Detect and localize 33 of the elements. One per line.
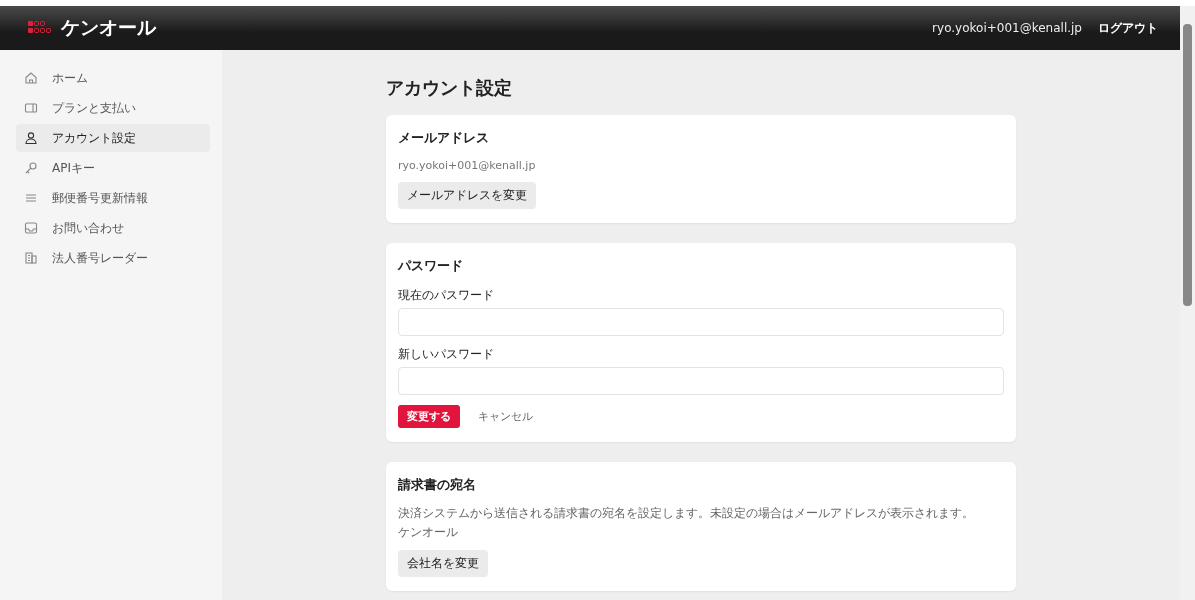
ticket-icon xyxy=(24,101,38,115)
field-label: 新しいパスワード xyxy=(398,346,495,363)
submit-button[interactable]: 変更する xyxy=(398,405,460,428)
password-field[interactable] xyxy=(398,367,1004,395)
sidebar-item[interactable]: プランと支払い xyxy=(16,94,210,122)
page-title: アカウント設定 xyxy=(386,76,513,100)
cancel-link[interactable]: キャンセル xyxy=(478,409,533,424)
sidebar-item[interactable]: 法人番号レーダー xyxy=(16,244,210,272)
password-field[interactable] xyxy=(398,308,1004,336)
sidebar-item[interactable]: 郵便番号更新情報 xyxy=(16,184,210,212)
sidebar-item[interactable]: お問い合わせ xyxy=(16,214,210,242)
description-text: 決済システムから送信される請求書の宛名を設定します。未設定の場合はメールアドレスが表示されます。 xyxy=(398,506,975,521)
card-title: メールアドレス xyxy=(398,129,490,147)
card-title: 請求書の宛名 xyxy=(398,476,477,494)
logout-link[interactable]: ログアウト xyxy=(1098,19,1158,37)
email-value: ryo.yokoi+001@kenall.jp xyxy=(398,159,537,172)
field-label: 現在のパスワード xyxy=(398,287,495,304)
person-icon xyxy=(24,131,38,145)
logo-icon xyxy=(28,21,53,35)
change-email-button[interactable]: メールアドレスを変更 xyxy=(398,182,536,209)
logo-text[interactable]: ケンオール xyxy=(61,15,156,41)
change-company-button[interactable]: 会社名を変更 xyxy=(398,550,488,577)
company-name: ケンオール xyxy=(398,525,459,540)
home-icon xyxy=(24,71,38,85)
building-icon xyxy=(24,251,38,265)
sidebar-item[interactable]: アカウント設定 xyxy=(16,124,210,152)
sidebar-item[interactable]: APIキー xyxy=(16,154,210,182)
list-icon xyxy=(24,191,38,205)
user-email: ryo.yokoi+001@kenall.jp xyxy=(932,21,1082,35)
card-title: パスワード xyxy=(398,257,464,275)
key-icon xyxy=(24,161,38,175)
sidebar-item[interactable]: ホーム xyxy=(16,64,210,92)
inbox-icon xyxy=(24,221,38,235)
